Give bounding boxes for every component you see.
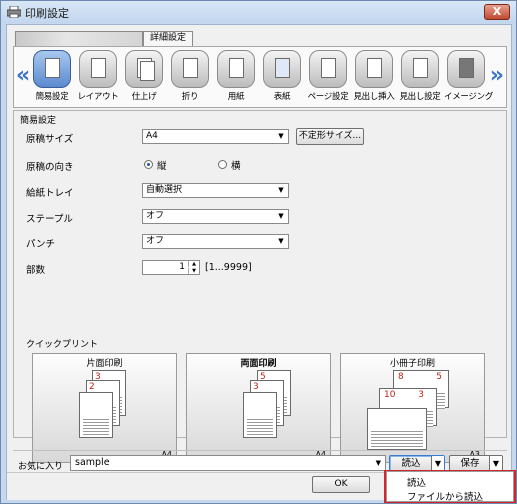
copies-spinner[interactable]: 1 ▲ ▼ bbox=[142, 260, 200, 275]
copies-label: 部数 bbox=[26, 265, 46, 276]
fold-icon bbox=[171, 50, 209, 88]
window-title: 印刷設定 bbox=[25, 7, 69, 20]
chevron-down-icon: ▼ bbox=[278, 212, 284, 220]
iconbar-item-tab-setting[interactable]: 見出し設定 bbox=[398, 50, 442, 102]
function-icon-bar: « » 簡易設定 レイアウト 仕上げ 折り 用紙 表紙 ページ設定 見出し挿入 … bbox=[13, 46, 507, 108]
punch-label: パンチ bbox=[26, 239, 55, 250]
quick-setting-icon bbox=[33, 50, 71, 88]
orientation-landscape-radio[interactable] bbox=[218, 160, 227, 169]
scroll-left-icon[interactable]: « bbox=[16, 65, 30, 87]
iconbar-item-imaging[interactable]: イメージング bbox=[444, 50, 493, 102]
iconbar-item-page-setting[interactable]: ページ設定 bbox=[306, 50, 350, 102]
tab-insert-icon bbox=[355, 50, 393, 88]
original-size-select[interactable]: A4 ▼ bbox=[142, 129, 289, 144]
iconbar-item-layout[interactable]: レイアウト bbox=[76, 50, 120, 102]
paper-icon bbox=[217, 50, 255, 88]
punch-select[interactable]: オフ ▼ bbox=[142, 234, 289, 249]
print-settings-window: 印刷設定 X 詳細設定 « » 簡易設定 レイアウト 仕上げ 折り 用紙 表紙 … bbox=[0, 0, 517, 504]
copies-range: [1...9999] bbox=[205, 262, 252, 273]
tab-setting-icon bbox=[401, 50, 439, 88]
chevron-down-icon: ▼ bbox=[278, 186, 284, 194]
page-thumbnail: 121 bbox=[367, 408, 427, 450]
chevron-down-icon[interactable]: ▼ bbox=[431, 456, 444, 471]
chevron-down-icon: ▼ bbox=[278, 132, 284, 140]
scroll-right-icon[interactable]: » bbox=[490, 65, 504, 87]
dialog-body: 詳細設定 « » 簡易設定 レイアウト 仕上げ 折り 用紙 表紙 ページ設定 見… bbox=[6, 24, 512, 500]
orientation-label: 原稿の向き bbox=[26, 162, 74, 173]
layout-icon bbox=[79, 50, 117, 88]
simple-settings-panel: 簡易設定 原稿サイズ A4 ▼ 不定形サイズ... 原稿の向き 縦 横 給紙トレ… bbox=[13, 110, 507, 463]
iconbar-item-paper[interactable]: 用紙 bbox=[214, 50, 258, 102]
orientation-portrait-radio[interactable] bbox=[144, 160, 153, 169]
menu-item-load[interactable]: 読込 bbox=[407, 475, 426, 489]
chevron-down-icon: ▼ bbox=[375, 459, 381, 467]
custom-size-button[interactable]: 不定形サイズ... bbox=[296, 128, 364, 145]
orientation-portrait-label: 縦 bbox=[157, 161, 167, 172]
iconbar-item-finishing[interactable]: 仕上げ bbox=[122, 50, 166, 102]
cover-icon bbox=[263, 50, 301, 88]
section-title: 簡易設定 bbox=[20, 116, 57, 126]
page-thumbnail: 1 bbox=[79, 392, 113, 438]
menu-item-load-from-file[interactable]: ファイルから読込 bbox=[407, 489, 483, 503]
favorites-label: お気に入り bbox=[18, 462, 64, 472]
iconbar-item-fold[interactable]: 折り bbox=[168, 50, 212, 102]
load-dropdown-menu: 読込 ファイルから読込 bbox=[386, 471, 514, 503]
tray-label: 給紙トレイ bbox=[26, 188, 74, 199]
page-thumbnail: 1 bbox=[243, 392, 277, 438]
spin-down-icon[interactable]: ▼ bbox=[188, 268, 199, 274]
tab-basic[interactable] bbox=[15, 31, 143, 46]
spin-up-icon[interactable]: ▲ bbox=[188, 261, 199, 267]
iconbar-item-quick-setting[interactable]: 簡易設定 bbox=[30, 50, 74, 102]
close-button[interactable]: X bbox=[484, 4, 510, 20]
title-bar: 印刷設定 X bbox=[1, 1, 516, 23]
iconbar-item-tab-insert[interactable]: 見出し挿入 bbox=[352, 50, 396, 102]
chevron-down-icon: ▼ bbox=[278, 237, 284, 245]
favorites-bar: お気に入り sample ▼ 読込 ▼ 保存 ▼ bbox=[13, 450, 507, 472]
quick-print-single-sided[interactable]: 片面印刷 3 2 1 A4 bbox=[32, 353, 177, 463]
tab-detail-settings[interactable]: 詳細設定 bbox=[143, 31, 193, 46]
quick-print-booklet[interactable]: 小冊子印刷 85 103 121 A3 bbox=[340, 353, 485, 463]
staple-label: ステープル bbox=[26, 214, 73, 225]
staple-select[interactable]: オフ ▼ bbox=[142, 209, 289, 224]
ok-button[interactable]: OK bbox=[312, 476, 370, 493]
imaging-icon bbox=[447, 50, 485, 88]
printer-icon bbox=[7, 6, 21, 18]
favorites-select[interactable]: sample ▼ bbox=[70, 455, 386, 471]
quick-print-double-sided[interactable]: 両面印刷 5 3 1 A4 bbox=[186, 353, 331, 463]
original-size-label: 原稿サイズ bbox=[26, 134, 74, 145]
tray-select[interactable]: 自動選択 ▼ bbox=[142, 183, 289, 198]
orientation-landscape-label: 横 bbox=[231, 161, 241, 172]
finishing-icon bbox=[125, 50, 163, 88]
page-setting-icon bbox=[309, 50, 347, 88]
chevron-down-icon[interactable]: ▼ bbox=[489, 456, 502, 471]
iconbar-item-cover[interactable]: 表紙 bbox=[260, 50, 304, 102]
quick-print-title: クイックプリント bbox=[26, 340, 99, 350]
